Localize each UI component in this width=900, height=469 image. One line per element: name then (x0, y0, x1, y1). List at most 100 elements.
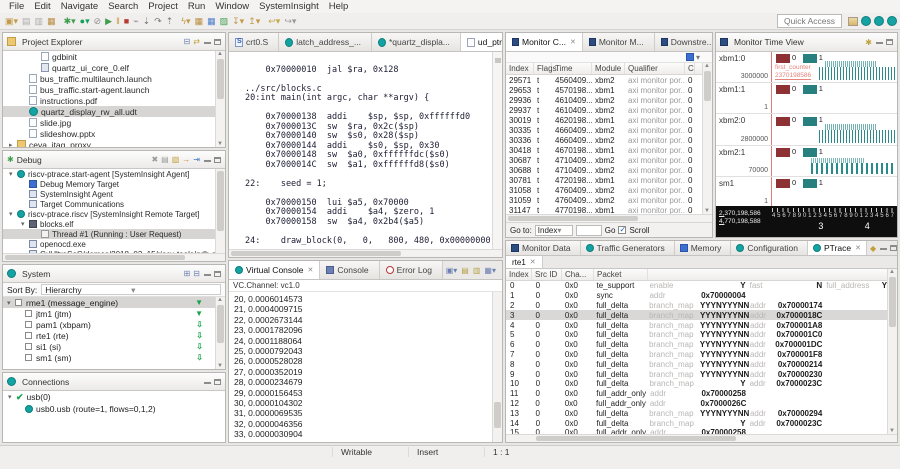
console-toolbar-icon[interactable]: ▥ (473, 266, 481, 275)
bottom-tab[interactable]: PTrace ✕ (808, 241, 867, 255)
debug-tree-item[interactable]: Target Communications (3, 199, 215, 209)
maximize-button[interactable] (214, 271, 221, 277)
tree-item[interactable]: quartz_display_rw_all.udt (3, 106, 215, 117)
system-node-row[interactable]: pam1 (xbpam) ⇩ (3, 319, 215, 330)
minimize-button[interactable] (204, 40, 211, 44)
monitor-table-row[interactable]: 30335 t 4660409... xbm2 axi monitor por.… (506, 125, 702, 135)
toolbar-icon[interactable]: ▣▾ (5, 16, 18, 27)
toolbar-icon[interactable]: ▦ (47, 16, 56, 27)
monitor-table-row[interactable]: 31058 t 4760409... xbm2 axi monitor por.… (506, 185, 702, 195)
editor-tab[interactable]: latch_address_... (279, 33, 372, 51)
vertical-scrollbar[interactable] (492, 292, 502, 442)
monitor-table-row[interactable]: 30781 t 4720198... xbm1 axi monitor por.… (506, 175, 702, 185)
horizontal-scrollbar[interactable] (506, 434, 897, 442)
toolbar-icon[interactable]: ■ (124, 16, 129, 26)
expander-icon[interactable]: ▸ (9, 141, 17, 148)
tree-item[interactable]: slide.jpg (3, 117, 215, 128)
open-perspective-icon[interactable] (848, 17, 858, 26)
monitor-table-row[interactable]: 30688 t 4710409... xbm2 axi monitor por.… (506, 165, 702, 175)
menu-item[interactable]: Navigate (56, 1, 104, 12)
goto-field-select[interactable]: Index▾ (535, 225, 573, 236)
import-icon[interactable]: ⇥ (193, 155, 200, 164)
time-view-row[interactable]: xbm1:1 1 0 1 (716, 83, 897, 114)
expander-icon[interactable]: ▾ (9, 210, 17, 218)
menu-item[interactable]: Run (183, 1, 210, 12)
vertical-scrollbar[interactable] (215, 169, 225, 253)
launch-config-icon[interactable]: ▧ (172, 155, 180, 164)
monitor-table-row[interactable]: 29936 t 4610409... xbm2 axi monitor por.… (506, 95, 702, 105)
editor-tab[interactable]: ud_ptrace6815... ✕ (461, 33, 502, 51)
timeline-bar[interactable]: 2,370,198,586 4,770,198,588 456789012345… (716, 206, 897, 237)
close-icon[interactable]: ✕ (570, 38, 576, 46)
console-tab[interactable]: Error Log (380, 261, 443, 279)
ptrace-table-row[interactable]: 13 0 0x0 full_delta branch_map YYYNYYYNN… (506, 408, 887, 418)
connect-icon[interactable]: → (182, 155, 190, 164)
toolbar-icon[interactable]: ▥ (35, 16, 44, 27)
toolbar-icon[interactable]: ↥▾ (248, 16, 260, 27)
toolbar-icon[interactable]: ▦ (207, 16, 216, 27)
tree-item[interactable]: slideshow.pptx (3, 128, 215, 139)
bottom-tab[interactable]: Configuration (731, 241, 808, 255)
time-view-row[interactable]: sm1 1 0 1 (716, 177, 897, 208)
minimize-button[interactable] (204, 272, 211, 276)
horizontal-scrollbar[interactable] (3, 253, 225, 261)
ptrace-table-row[interactable]: 10 0 0x0 full_delta branch_map Y addr 0x… (506, 379, 887, 389)
toolbar-icon[interactable]: ⇣ (143, 16, 151, 27)
rte1-tab[interactable]: rte1 ✕ (506, 256, 543, 268)
toolbar-icon[interactable]: ϟ▾ (181, 16, 190, 27)
toolbar-icon[interactable]: ✱▾ (64, 16, 76, 27)
monitor-table-row[interactable]: 30687 t 4710409... xbm2 axi monitor por.… (506, 155, 702, 165)
monitor-tab[interactable]: Downstre... (655, 33, 712, 51)
ptrace-table-row[interactable]: 3 0 0x0 full_delta branch_map YYYNYYYNN … (506, 310, 887, 320)
debug-tree-item[interactable]: openocd.exe (3, 239, 215, 249)
tree-item[interactable]: gdbinit (3, 51, 215, 62)
goto-button[interactable]: Go (605, 226, 616, 235)
link-with-editor-icon[interactable]: ⇄ (193, 37, 200, 46)
toolbar-icon[interactable]: ↪▾ (284, 16, 296, 27)
code-area[interactable]: 0x70000010 jal $ra, 0x128 ../src/blocks.… (229, 52, 492, 249)
vertical-scrollbar[interactable]: ▲▼ (215, 297, 225, 369)
ptrace-table-row[interactable]: 6 0 0x0 full_delta branch_map YYYNYYYNN … (506, 340, 887, 350)
debug-tree-item[interactable]: SystemInsight Agent (3, 189, 215, 199)
close-icon[interactable]: ✕ (308, 266, 314, 274)
monitor-tab[interactable]: Monitor C... ✕ (506, 33, 583, 51)
menu-item[interactable]: Window (210, 1, 254, 12)
editor-tab[interactable]: crt0.S (229, 33, 279, 51)
monitor-table-row[interactable]: 29937 t 4610409... xbm2 axi monitor por.… (506, 105, 702, 115)
ptrace-table-row[interactable]: 2 0 0x0 full_delta branch_map YYYNYYYNN … (506, 301, 887, 311)
ptrace-table-row[interactable]: 0 0 0x0 te_support enable Y fast N full_… (506, 281, 887, 291)
connection-root-row[interactable]: ▾ ✔ usb(0) (3, 391, 225, 403)
minimize-button[interactable] (876, 40, 883, 44)
node-checkbox[interactable] (15, 299, 22, 306)
time-view-row[interactable]: xbm2:0 2800000 0 1 (716, 114, 897, 145)
ptrace-table-row[interactable]: 12 0 0x0 full_addr_only addr 0x7000026C (506, 399, 887, 409)
node-checkbox[interactable] (25, 343, 32, 350)
maximize-button[interactable] (890, 245, 897, 251)
monitor-table-row[interactable]: 31147 t 4770198... xbm1 axi monitor por.… (506, 205, 702, 214)
horizontal-scrollbar[interactable] (229, 249, 502, 257)
monitor-tab[interactable]: Monitor M... (583, 33, 655, 51)
toolbar-icon[interactable]: ▨ (220, 16, 229, 27)
ptrace-table-row[interactable]: 11 0 0x0 full_addr_only addr 0x70000258 (506, 389, 887, 399)
perspective-icon[interactable] (861, 16, 871, 26)
dropdown-arrow-icon[interactable]: ▾ (696, 53, 700, 62)
debug-tree-item[interactable]: ▾ blocks.elf (3, 219, 215, 229)
settings-gears-icon[interactable]: ✱ (865, 38, 872, 47)
node-checkbox[interactable] (25, 321, 32, 328)
expand-all-icon[interactable]: ⊞ (184, 269, 191, 278)
debug-tree-item[interactable]: Debug Memory Target (3, 179, 215, 189)
menu-item[interactable]: File (4, 1, 29, 12)
overview-ruler[interactable] (492, 52, 502, 249)
maximize-button[interactable] (214, 39, 221, 45)
tree-item[interactable]: quartz_ui_core_0.elf (3, 62, 215, 73)
pin-icon[interactable]: ◆ (870, 244, 876, 253)
close-icon[interactable]: ✕ (855, 244, 861, 252)
system-node-row[interactable]: si1 (si) ⇩ (3, 341, 215, 352)
expander-icon[interactable]: ▾ (7, 299, 15, 307)
toolbar-icon[interactable]: ▦ (195, 16, 204, 27)
menu-item[interactable]: Help (324, 1, 354, 12)
scroll-checkbox[interactable] (618, 226, 626, 234)
timeline-ruler[interactable]: 456789012345678901234567 3 4 (772, 208, 894, 236)
toolbar-icon[interactable]: ‖ (116, 16, 120, 26)
maximize-button[interactable] (214, 157, 221, 163)
